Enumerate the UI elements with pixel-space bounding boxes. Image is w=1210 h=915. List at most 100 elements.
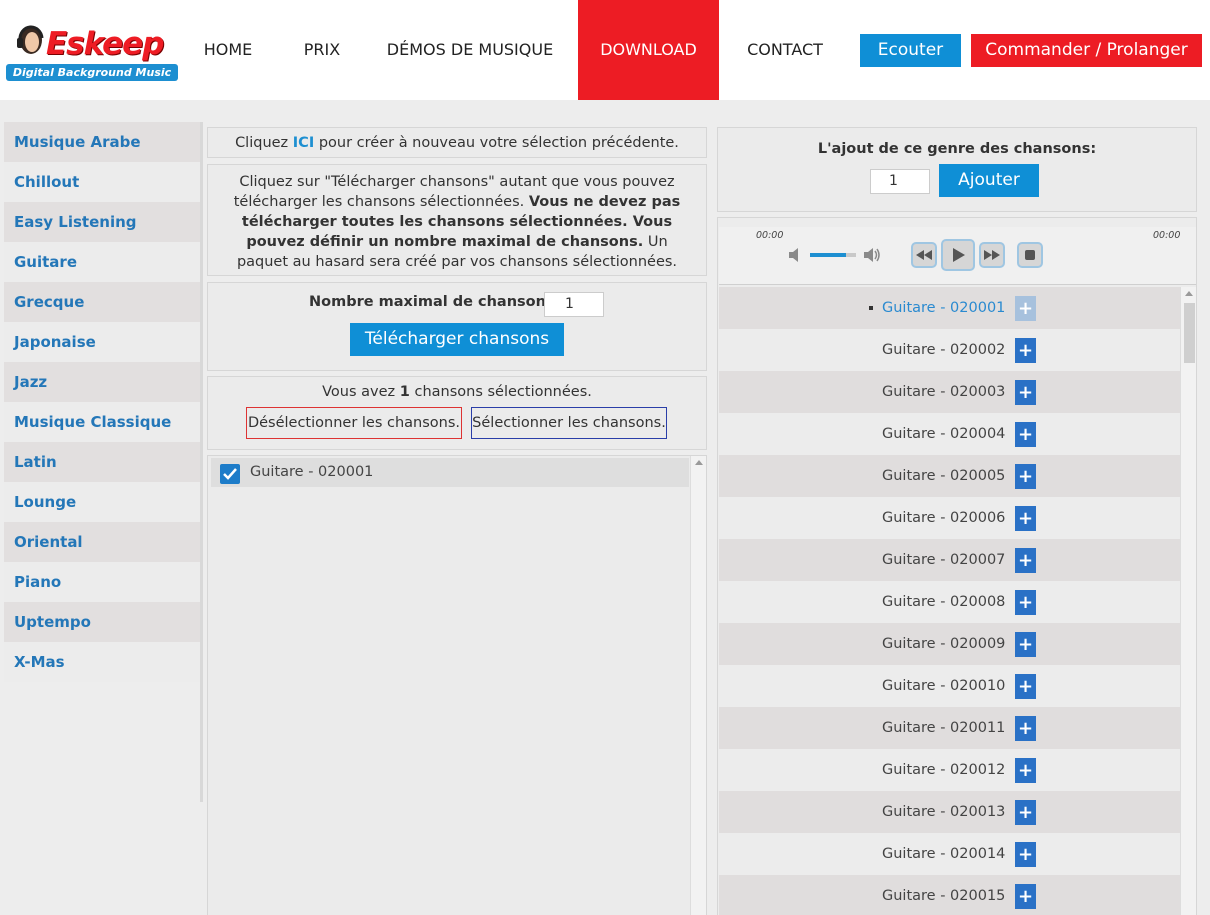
recreate-link[interactable]: ICI [293, 135, 314, 151]
stop-button[interactable] [1017, 242, 1043, 268]
ecouter-button[interactable]: Ecouter [860, 34, 961, 67]
sidebar-item-piano[interactable]: Piano [4, 562, 200, 602]
scrollbar-thumb[interactable] [1184, 303, 1195, 363]
song-name[interactable]: Guitare - 020010 [882, 665, 1005, 707]
sidebar-item-uptempo[interactable]: Uptempo [4, 602, 200, 642]
song-name[interactable]: Guitare - 020001 [882, 287, 1005, 329]
checkbox[interactable] [220, 464, 240, 484]
add-song-icon[interactable]: + [1015, 842, 1036, 867]
checkmark-icon [223, 468, 237, 480]
add-song-icon[interactable]: + [1015, 884, 1036, 909]
sidebar-item-jazz[interactable]: Jazz [4, 362, 200, 402]
song-name[interactable]: Guitare - 020007 [882, 539, 1005, 581]
song-name[interactable]: Guitare - 020009 [882, 623, 1005, 665]
genre-song-list: Guitare - 020001 + Guitare - 020002 + Guit… [719, 287, 1180, 915]
song-name[interactable]: Guitare - 020014 [882, 833, 1005, 875]
list-item[interactable]: Guitare - 020001 [211, 458, 689, 487]
site-header: Eskeep Digital Background Music HOME PRI… [0, 0, 1210, 100]
add-song-icon[interactable]: + [1015, 296, 1036, 321]
volume-slider[interactable] [810, 253, 856, 257]
song-row[interactable]: Guitare - 020010 + [719, 665, 1180, 707]
add-song-icon[interactable]: + [1015, 380, 1036, 405]
song-name[interactable]: Guitare - 020002 [882, 329, 1005, 371]
max-songs-input[interactable]: 1 [544, 292, 604, 317]
nav-download[interactable]: DOWNLOAD [578, 0, 719, 100]
sidebar-item-musique-classique[interactable]: Musique Classique [4, 402, 200, 442]
song-name[interactable]: Guitare - 020012 [882, 749, 1005, 791]
sidebar-item-easy-listening[interactable]: Easy Listening [4, 202, 200, 242]
rewind-button[interactable] [911, 242, 937, 268]
nav-home[interactable]: HOME [188, 0, 268, 100]
add-song-icon[interactable]: + [1015, 338, 1036, 363]
song-row[interactable]: Guitare - 020007 + [719, 539, 1180, 581]
song-row[interactable]: Guitare - 020008 + [719, 581, 1180, 623]
download-info-box: Cliquez sur "Télécharger chansons" autan… [207, 164, 707, 276]
volume-max-icon[interactable] [863, 247, 881, 263]
song-row[interactable]: Guitare - 020011 + [719, 707, 1180, 749]
logo-wordmark: Eskeep [46, 26, 164, 62]
song-name[interactable]: Guitare - 020004 [882, 413, 1005, 455]
add-song-icon[interactable]: + [1015, 674, 1036, 699]
song-row[interactable]: Guitare - 020003 + [719, 371, 1180, 413]
scroll-up-icon[interactable] [695, 460, 703, 465]
nav-contact[interactable]: CONTACT [740, 0, 830, 100]
song-row[interactable]: Guitare - 020009 + [719, 623, 1180, 665]
add-genre-label: L'ajout de ce genre des chansons: [817, 141, 1097, 157]
fast-forward-button[interactable] [979, 242, 1005, 268]
song-name[interactable]: Guitare - 020006 [882, 497, 1005, 539]
add-button[interactable]: Ajouter [939, 164, 1039, 197]
select-songs-button[interactable]: Sélectionner les chansons. [471, 407, 667, 439]
song-name[interactable]: Guitare - 020013 [882, 791, 1005, 833]
play-button[interactable] [941, 239, 975, 271]
sidebar-item-musique-arabe[interactable]: Musique Arabe [4, 122, 200, 162]
song-row[interactable]: Guitare - 020005 + [719, 455, 1180, 497]
site-logo[interactable]: Eskeep Digital Background Music [4, 20, 178, 84]
song-row[interactable]: Guitare - 020004 + [719, 413, 1180, 455]
song-row[interactable]: Guitare - 020013 + [719, 791, 1180, 833]
song-row[interactable]: Guitare - 020015 + [719, 875, 1180, 915]
add-song-icon[interactable]: + [1015, 506, 1036, 531]
sidebar-item-oriental[interactable]: Oriental [4, 522, 200, 562]
song-name[interactable]: Guitare - 020008 [882, 581, 1005, 623]
time-current: 00:00 [756, 230, 784, 241]
song-name[interactable]: Guitare - 020005 [882, 455, 1005, 497]
add-genre-box: L'ajout de ce genre des chansons: 1 Ajou… [717, 127, 1197, 212]
play-icon [953, 248, 965, 262]
download-songs-button[interactable]: Télécharger chansons [350, 323, 564, 356]
sidebar-item-japonaise[interactable]: Japonaise [4, 322, 200, 362]
song-row[interactable]: Guitare - 020006 + [719, 497, 1180, 539]
song-row[interactable]: Guitare - 020002 + [719, 329, 1180, 371]
selected-list-scrollbar[interactable] [690, 456, 706, 915]
sidebar-item-lounge[interactable]: Lounge [4, 482, 200, 522]
song-row[interactable]: Guitare - 020014 + [719, 833, 1180, 875]
add-song-icon[interactable]: + [1015, 464, 1036, 489]
add-song-icon[interactable]: + [1015, 800, 1036, 825]
deselect-songs-button[interactable]: Désélectionner les chansons. [246, 407, 462, 439]
nav-prix[interactable]: PRIX [292, 0, 352, 100]
sidebar-item-chillout[interactable]: Chillout [4, 162, 200, 202]
song-name[interactable]: Guitare - 020003 [882, 371, 1005, 413]
song-name[interactable]: Guitare - 020015 [882, 875, 1005, 915]
add-song-icon[interactable]: + [1015, 548, 1036, 573]
song-list-scrollbar[interactable] [1180, 287, 1196, 915]
add-song-icon[interactable]: + [1015, 758, 1036, 783]
add-count-input[interactable]: 1 [870, 169, 930, 194]
song-row[interactable]: Guitare - 020001 + [719, 287, 1180, 329]
song-row[interactable]: Guitare - 020012 + [719, 749, 1180, 791]
song-name[interactable]: Guitare - 020011 [882, 707, 1005, 749]
nav-demos[interactable]: DÉMOS DE MUSIQUE [380, 0, 560, 100]
sidebar-item-latin[interactable]: Latin [4, 442, 200, 482]
commander-button[interactable]: Commander / Prolanger [971, 34, 1202, 67]
add-song-icon[interactable]: + [1015, 632, 1036, 657]
sidebar-item-grecque[interactable]: Grecque [4, 282, 200, 322]
headphones-girl-icon [17, 25, 44, 54]
sidebar-item-guitare[interactable]: Guitare [4, 242, 200, 282]
add-song-icon[interactable]: + [1015, 422, 1036, 447]
download-form-box: Nombre maximal de chansons: 1 Télécharge… [207, 282, 707, 371]
add-song-icon[interactable]: + [1015, 716, 1036, 741]
sidebar-item-x-mas[interactable]: X-Mas [4, 642, 200, 682]
mute-icon[interactable] [788, 247, 802, 263]
add-song-icon[interactable]: + [1015, 590, 1036, 615]
selected-count: 1 [399, 384, 410, 400]
scroll-up-icon[interactable] [1185, 291, 1193, 296]
